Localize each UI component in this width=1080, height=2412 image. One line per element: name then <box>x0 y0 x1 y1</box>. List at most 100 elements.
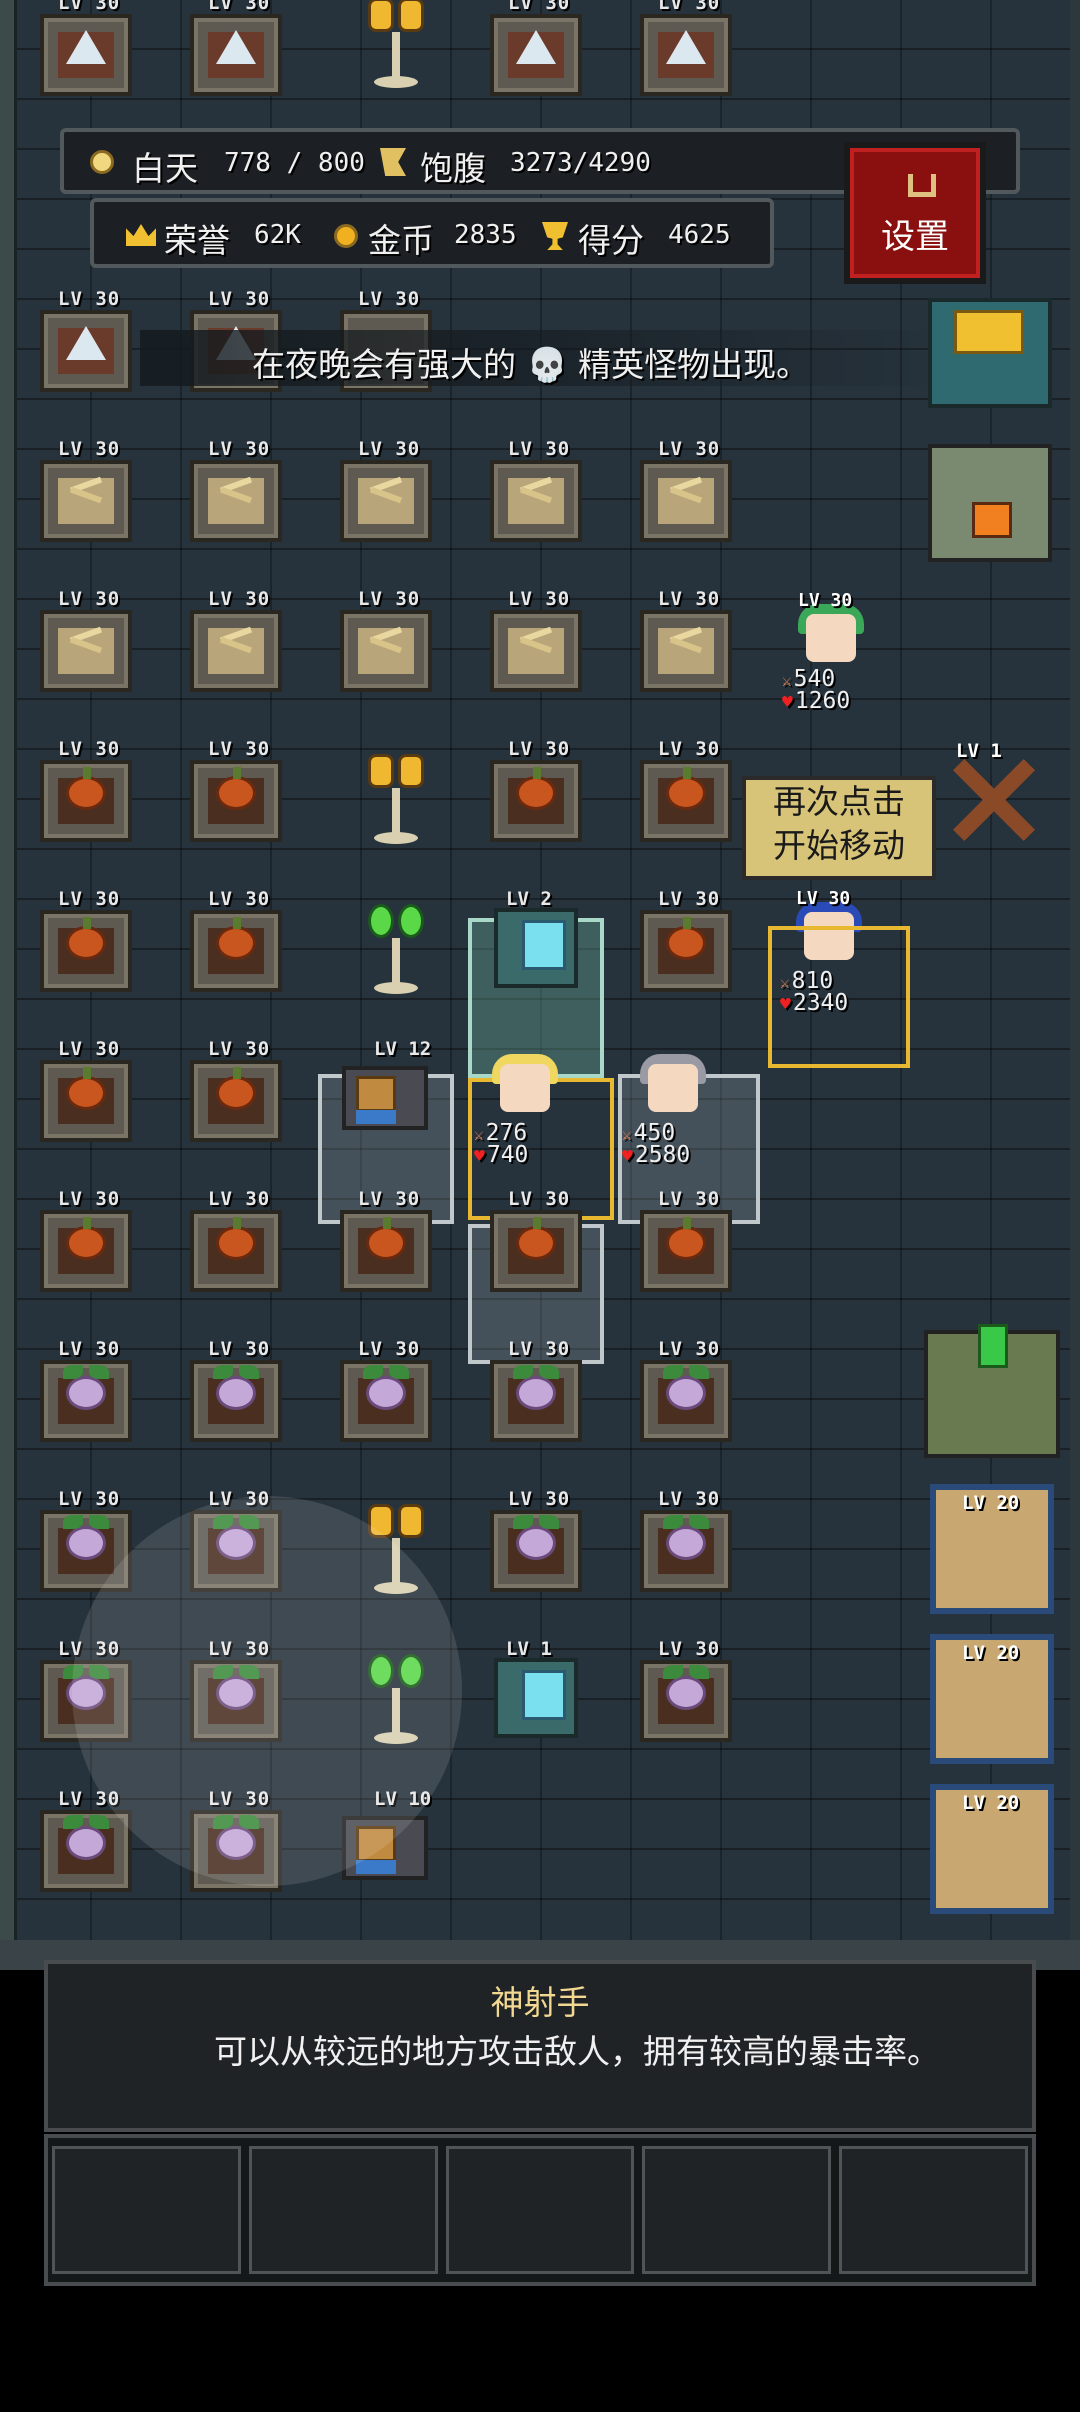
crop-tile[interactable]: LV 30 <box>634 738 738 846</box>
crop-tile[interactable]: LV 30 <box>634 1188 738 1296</box>
level-label: LV 30 <box>58 1038 121 1060</box>
gold-value: 2835 <box>454 220 517 250</box>
crop-tile[interactable]: LV 30 <box>34 888 138 996</box>
crop-tile[interactable]: LV 30 <box>334 1188 438 1296</box>
left-wall <box>0 0 17 1955</box>
level-label: LV 30 <box>508 588 571 610</box>
defense-tower[interactable]: LV 20 <box>930 1484 1054 1614</box>
crop-tile[interactable]: LV 30 <box>484 738 588 846</box>
defense-tower[interactable]: LV 20 <box>930 1784 1054 1914</box>
crop-tile[interactable]: LV 30 <box>634 888 738 996</box>
crop-tile[interactable]: LV 30 <box>34 0 138 100</box>
crafting-machine[interactable]: LV 1 <box>484 1638 588 1746</box>
crop-tile[interactable]: LV 30 <box>34 1038 138 1146</box>
level-label: LV 30 <box>58 738 121 760</box>
lamp-post[interactable] <box>344 0 448 100</box>
level-label: LV 30 <box>358 1188 421 1210</box>
virtual-joystick[interactable] <box>72 1496 462 1886</box>
unit-hp: 2580 <box>622 1142 690 1168</box>
night-warning-banner: 在夜晚会有强大的 💀 精英怪物出现。 <box>140 330 940 386</box>
crop-tile[interactable]: LV 30 <box>184 1338 288 1446</box>
level-label: LV 12 <box>374 1038 432 1060</box>
crop-tile[interactable]: LV 30 <box>334 588 438 696</box>
crop-tile[interactable]: LV 30 <box>484 1188 588 1296</box>
level-label: LV 30 <box>508 1338 571 1360</box>
crop-tile[interactable]: LV 30 <box>634 1338 738 1446</box>
crop-tile[interactable]: LV 30 <box>634 588 738 696</box>
crop-tile[interactable]: LV 30 <box>634 0 738 100</box>
lamp-post[interactable] <box>344 898 448 1006</box>
level-label: LV 1 <box>506 1638 552 1660</box>
crop-tile[interactable]: LV 30 <box>334 438 438 546</box>
forge-furnace[interactable] <box>928 444 1052 562</box>
crown-icon <box>954 310 1024 354</box>
coin-icon <box>334 224 358 248</box>
knight-unit[interactable]: 450 2580 <box>618 1040 728 1168</box>
selected-unit-frame[interactable] <box>768 926 910 1068</box>
level-label: LV 30 <box>508 0 571 14</box>
level-label: LV 30 <box>208 588 271 610</box>
crop-tile[interactable]: LV 30 <box>184 0 288 100</box>
level-label: LV 30 <box>508 1188 571 1210</box>
level-label: LV 30 <box>208 738 271 760</box>
crop-tile[interactable]: LV 30 <box>184 1188 288 1296</box>
score-label: 得分 <box>578 221 644 260</box>
level-label: LV 30 <box>658 0 721 14</box>
crop-tile[interactable]: LV 30 <box>634 438 738 546</box>
level-label: LV 30 <box>658 888 721 910</box>
crop-tile[interactable]: LV 30 <box>634 1488 738 1596</box>
gem-icon <box>978 1324 1008 1368</box>
satiety-value: 3273/4290 <box>510 148 651 178</box>
level-label: LV 30 <box>658 1188 721 1210</box>
level-label: LV 30 <box>58 1338 121 1360</box>
crop-tile[interactable]: LV 30 <box>184 888 288 996</box>
level-label: LV 30 <box>208 438 271 460</box>
crop-tile[interactable]: LV 30 <box>484 0 588 100</box>
crop-tile[interactable]: LV 30 <box>34 1188 138 1296</box>
crop-tile[interactable]: LV 30 <box>484 1338 588 1446</box>
crop-tile[interactable]: LV 30 <box>34 588 138 696</box>
crop-tile[interactable]: LV 30 <box>484 1488 588 1596</box>
crop-tile[interactable]: LV 30 <box>34 438 138 546</box>
inventory-slot[interactable] <box>248 2146 438 2274</box>
crop-tile[interactable]: LV 30 <box>34 1338 138 1446</box>
inventory-slot[interactable] <box>445 2146 635 2274</box>
crop-tile[interactable]: LV 30 <box>484 588 588 696</box>
crafting-machine[interactable]: LV 2 <box>484 888 588 996</box>
inventory-slot[interactable] <box>642 2146 832 2274</box>
lamp-post[interactable] <box>344 748 448 856</box>
inventory-slot[interactable] <box>52 2146 241 2274</box>
level-label: LV 30 <box>58 0 121 14</box>
crop-tile[interactable]: LV 30 <box>184 738 288 846</box>
inventory-slot[interactable] <box>839 2146 1028 2274</box>
settings-button[interactable]: 设置 <box>844 142 986 284</box>
level-label: LV 30 <box>208 0 271 14</box>
crop-tile[interactable]: LV 30 <box>634 1638 738 1746</box>
unit-level: LV 30 <box>798 590 853 611</box>
mage-unit[interactable]: 276 740 <box>470 1040 580 1168</box>
crop-tile[interactable]: LV 30 <box>184 1038 288 1146</box>
level-label: LV 20 <box>962 1492 1020 1514</box>
weaving-loom[interactable]: LV 12 <box>334 1038 438 1146</box>
defense-tower[interactable]: LV 20 <box>930 1634 1054 1764</box>
right-wall <box>1070 0 1080 1955</box>
archer-unit-green[interactable]: LV 30 540 1260 <box>776 590 886 714</box>
crop-tile[interactable]: LV 30 <box>184 588 288 696</box>
emerald-gate[interactable] <box>924 1324 1060 1458</box>
level-label: LV 30 <box>358 438 421 460</box>
crop-tile[interactable]: LV 30 <box>34 738 138 846</box>
unit-hp: 740 <box>474 1142 529 1168</box>
crop-tile[interactable]: LV 30 <box>34 288 138 396</box>
level-label: LV 30 <box>58 588 121 610</box>
day-label: 白天 <box>132 149 198 188</box>
level-label: LV 30 <box>208 1188 271 1210</box>
level-label: LV 30 <box>208 1338 271 1360</box>
inventory-slots <box>44 2134 1036 2286</box>
crop-tile[interactable]: LV 30 <box>334 1338 438 1446</box>
crossed-logs[interactable]: LV 1 <box>930 740 1054 858</box>
level-label: LV 20 <box>962 1792 1020 1814</box>
crop-tile[interactable]: LV 30 <box>484 438 588 546</box>
level-label: LV 30 <box>58 438 121 460</box>
crop-tile[interactable]: LV 30 <box>184 438 288 546</box>
crown-shrine[interactable] <box>928 298 1052 408</box>
